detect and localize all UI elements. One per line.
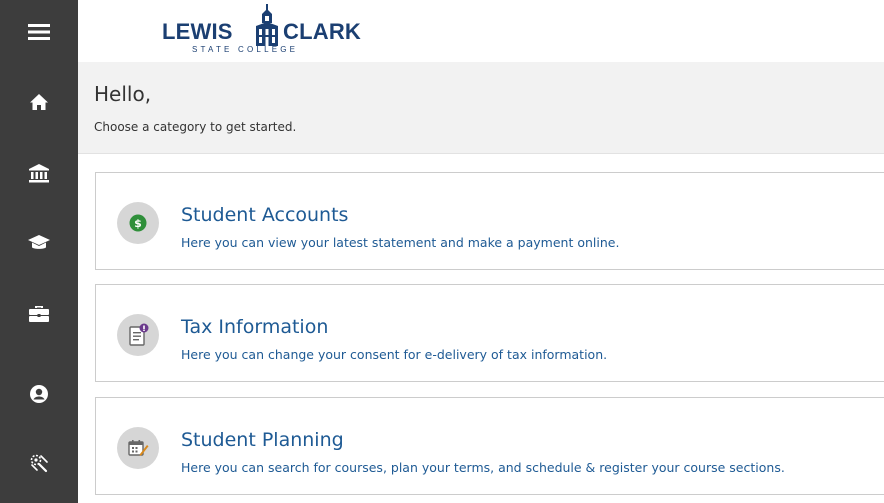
briefcase-icon[interactable] [0, 294, 78, 334]
card-student-planning[interactable]: Student Planning Here you can search for… [95, 397, 884, 495]
card-student-accounts[interactable]: $ Student Accounts Here you can view you… [95, 172, 884, 270]
card-description: Here you can view your latest statement … [181, 235, 620, 250]
college-logo[interactable]: LEWIS CLARK STATE COLLEGE [162, 4, 372, 58]
hamburger-menu-icon[interactable] [0, 12, 78, 52]
logo-subtitle: STATE COLLEGE [192, 45, 299, 54]
dollar-coin-icon: $ [117, 202, 159, 244]
graduation-cap-icon[interactable] [0, 223, 78, 263]
greeting-title: Hello, [94, 82, 152, 106]
card-description: Here you can change your consent for e-d… [181, 347, 608, 362]
calendar-pencil-icon [117, 427, 159, 469]
card-tax-information[interactable]: Tax Information Here you can change your… [95, 284, 884, 382]
clocktower-icon [256, 4, 278, 46]
logo-word-left: LEWIS [162, 19, 233, 44]
greeting-banner: Hello, Choose a category to get started. [78, 62, 884, 154]
card-title[interactable]: Tax Information [181, 316, 328, 338]
logo-word-right: CLARK [283, 19, 361, 44]
header: LEWIS CLARK STATE COLLEGE [78, 0, 884, 62]
tools-icon[interactable] [0, 443, 78, 483]
user-circle-icon[interactable] [0, 374, 78, 414]
bank-icon[interactable] [0, 153, 78, 193]
sidebar [0, 0, 78, 503]
svg-text:$: $ [134, 217, 142, 230]
greeting-subtitle: Choose a category to get started. [94, 120, 297, 134]
home-icon[interactable] [0, 82, 78, 122]
tax-document-icon [117, 314, 159, 356]
card-title[interactable]: Student Planning [181, 429, 344, 451]
card-description: Here you can search for courses, plan yo… [181, 460, 785, 475]
card-title[interactable]: Student Accounts [181, 204, 348, 226]
